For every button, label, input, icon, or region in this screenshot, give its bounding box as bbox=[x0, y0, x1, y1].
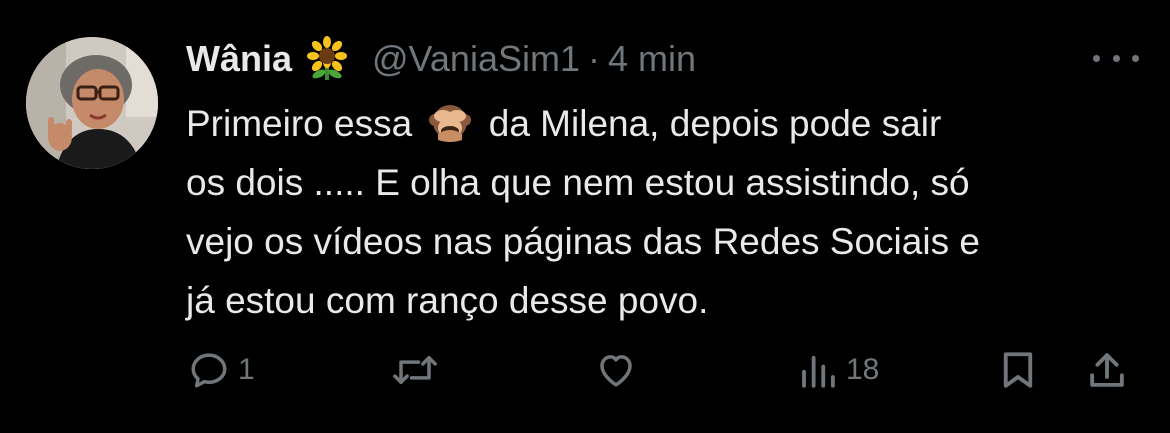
reply-button[interactable]: 1 bbox=[188, 340, 255, 400]
tweet[interactable]: Wânia @VaniaSim1 · 4 min Primeiro essa d… bbox=[0, 0, 1170, 433]
share-icon bbox=[1090, 353, 1124, 387]
timestamp[interactable]: 4 min bbox=[608, 38, 696, 80]
tweet-text: Primeiro essa da Milena, depois pode sai… bbox=[186, 94, 1146, 330]
retweet-button[interactable] bbox=[392, 340, 446, 400]
bookmark-button[interactable] bbox=[998, 340, 1038, 400]
text-segment: Primeiro essa bbox=[186, 103, 413, 144]
text-segment: da Milena, depois pode sair bbox=[488, 103, 942, 144]
tweet-actions: 1 18 bbox=[0, 340, 1170, 400]
like-icon bbox=[600, 355, 632, 387]
sunflower-icon bbox=[304, 36, 350, 82]
tweet-text-line: os dois ..... E olha que nem estou assis… bbox=[186, 162, 970, 203]
reply-count: 1 bbox=[238, 353, 255, 386]
more-icon[interactable] bbox=[1093, 46, 1139, 70]
avatar[interactable] bbox=[26, 37, 158, 169]
views-button[interactable]: 18 bbox=[798, 340, 879, 400]
display-name[interactable]: Wânia bbox=[186, 38, 292, 80]
tweet-text-line: Primeiro essa da Milena, depois pode sai… bbox=[186, 94, 1146, 153]
reply-icon bbox=[191, 353, 227, 388]
handle[interactable]: @VaniaSim1 bbox=[372, 38, 580, 80]
views-count: 18 bbox=[846, 353, 880, 386]
separator-dot: · bbox=[587, 38, 600, 79]
share-button[interactable] bbox=[1086, 340, 1128, 400]
retweet-icon bbox=[393, 356, 437, 384]
bookmark-icon bbox=[1003, 352, 1033, 388]
tweet-header: Wânia @VaniaSim1 · 4 min bbox=[186, 34, 696, 84]
see-no-evil-monkey-icon bbox=[428, 100, 472, 144]
tweet-text-line: já estou com ranço desse povo. bbox=[186, 280, 709, 321]
like-button[interactable] bbox=[594, 340, 646, 400]
views-icon bbox=[802, 355, 835, 388]
tweet-text-line: vejo os vídeos nas páginas das Redes Soc… bbox=[186, 221, 980, 262]
